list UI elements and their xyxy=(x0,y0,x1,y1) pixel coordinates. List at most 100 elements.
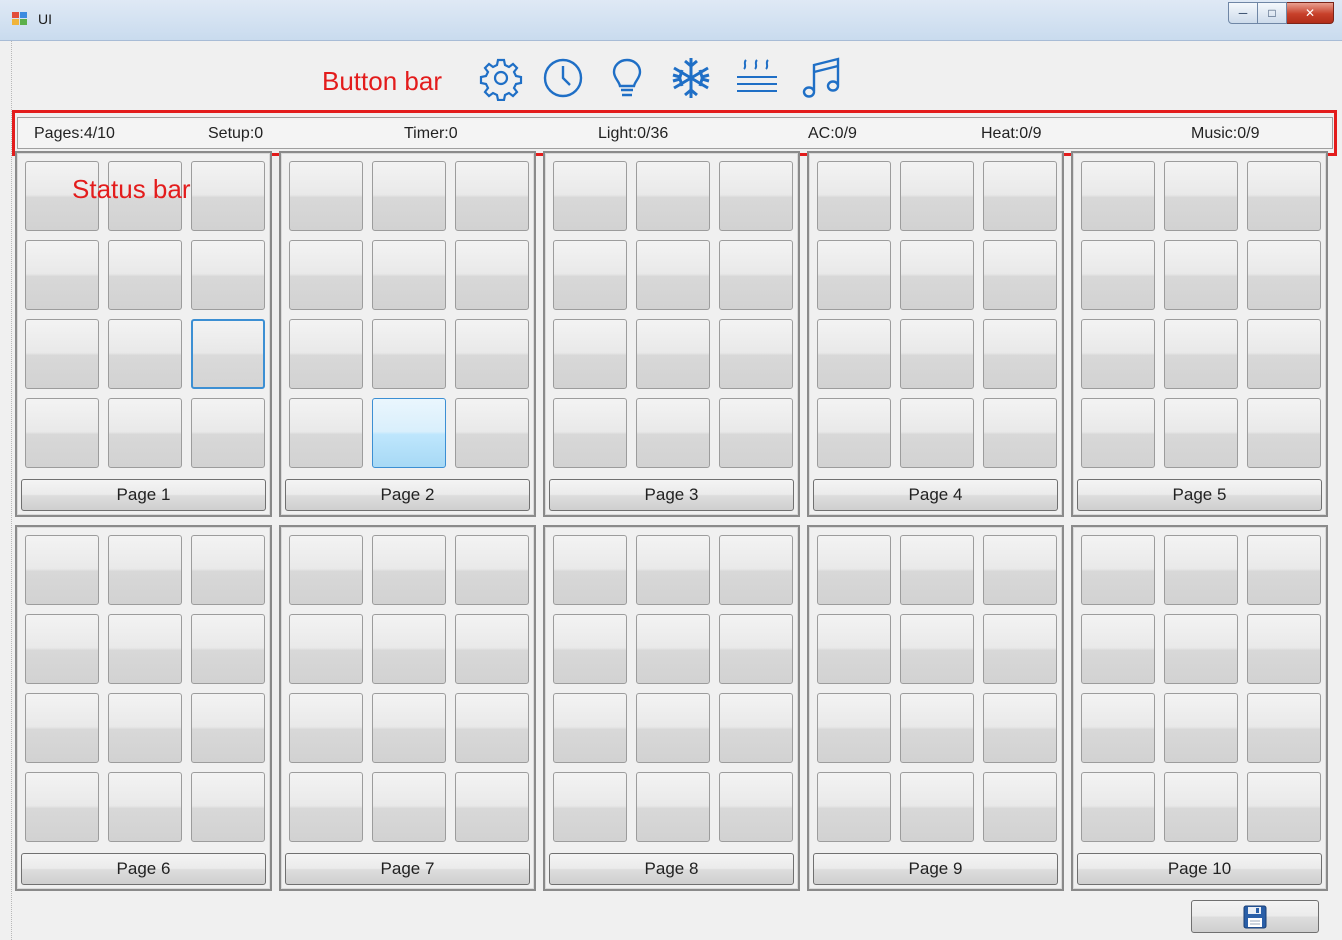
page-button-2[interactable]: Page 2 xyxy=(285,479,530,511)
device-slot-button[interactable] xyxy=(817,614,891,684)
device-slot-button[interactable] xyxy=(108,772,182,842)
device-slot-button[interactable] xyxy=(1081,614,1155,684)
device-slot-button[interactable] xyxy=(25,693,99,763)
device-slot-button[interactable] xyxy=(1081,535,1155,605)
device-slot-button[interactable] xyxy=(1081,693,1155,763)
device-slot-button[interactable] xyxy=(817,319,891,389)
device-slot-button[interactable] xyxy=(1164,614,1238,684)
device-slot-button[interactable] xyxy=(108,240,182,310)
device-slot-button[interactable] xyxy=(1164,535,1238,605)
device-slot-button[interactable] xyxy=(983,614,1057,684)
device-slot-button[interactable] xyxy=(372,161,446,231)
device-slot-button[interactable] xyxy=(817,398,891,468)
device-slot-button[interactable] xyxy=(191,161,265,231)
page-button-4[interactable]: Page 4 xyxy=(813,479,1058,511)
device-slot-button[interactable] xyxy=(455,398,529,468)
device-slot-button[interactable] xyxy=(108,693,182,763)
device-slot-button[interactable] xyxy=(191,772,265,842)
device-slot-button[interactable] xyxy=(817,161,891,231)
device-slot-button[interactable] xyxy=(900,319,974,389)
device-slot-button[interactable] xyxy=(553,772,627,842)
device-slot-button[interactable] xyxy=(719,398,793,468)
device-slot-button[interactable] xyxy=(289,240,363,310)
device-slot-button[interactable] xyxy=(289,614,363,684)
lightbulb-icon[interactable] xyxy=(604,55,650,101)
device-slot-button[interactable] xyxy=(25,772,99,842)
page-button-8[interactable]: Page 8 xyxy=(549,853,794,885)
device-slot-button[interactable] xyxy=(817,535,891,605)
page-button-7[interactable]: Page 7 xyxy=(285,853,530,885)
minimize-button[interactable]: ─ xyxy=(1228,2,1258,24)
device-slot-button[interactable] xyxy=(719,772,793,842)
device-slot-button[interactable] xyxy=(983,319,1057,389)
device-slot-button[interactable] xyxy=(636,614,710,684)
save-button[interactable] xyxy=(1191,900,1319,933)
device-slot-button[interactable] xyxy=(108,319,182,389)
device-slot-button[interactable] xyxy=(983,161,1057,231)
device-slot-button[interactable] xyxy=(289,535,363,605)
device-slot-button[interactable] xyxy=(900,535,974,605)
device-slot-button[interactable] xyxy=(983,772,1057,842)
device-slot-button[interactable] xyxy=(25,240,99,310)
device-slot-button[interactable] xyxy=(1081,161,1155,231)
device-slot-button[interactable] xyxy=(1164,319,1238,389)
device-slot-button[interactable] xyxy=(455,319,529,389)
device-slot-button[interactable] xyxy=(553,161,627,231)
page-button-10[interactable]: Page 10 xyxy=(1077,853,1322,885)
device-slot-button[interactable] xyxy=(817,240,891,310)
device-slot-button[interactable] xyxy=(289,398,363,468)
device-slot-button[interactable] xyxy=(455,614,529,684)
gear-icon[interactable] xyxy=(478,55,524,101)
device-slot-button[interactable] xyxy=(455,161,529,231)
device-slot-button[interactable] xyxy=(636,240,710,310)
device-slot-button[interactable] xyxy=(25,614,99,684)
device-slot-button[interactable] xyxy=(900,693,974,763)
device-slot-button[interactable] xyxy=(372,772,446,842)
device-slot-button[interactable] xyxy=(719,614,793,684)
device-slot-button[interactable] xyxy=(817,772,891,842)
page-button-1[interactable]: Page 1 xyxy=(21,479,266,511)
device-slot-button[interactable] xyxy=(636,161,710,231)
device-slot-button[interactable] xyxy=(191,535,265,605)
device-slot-button[interactable] xyxy=(191,614,265,684)
device-slot-button[interactable] xyxy=(1247,319,1321,389)
device-slot-button[interactable] xyxy=(289,772,363,842)
device-slot-button[interactable] xyxy=(983,398,1057,468)
device-slot-button[interactable] xyxy=(455,693,529,763)
device-slot-button[interactable] xyxy=(1247,240,1321,310)
device-slot-button[interactable] xyxy=(289,693,363,763)
device-slot-button[interactable] xyxy=(900,398,974,468)
device-slot-button[interactable] xyxy=(1164,772,1238,842)
device-slot-button[interactable] xyxy=(983,240,1057,310)
device-slot-button[interactable] xyxy=(372,398,446,468)
device-slot-button[interactable] xyxy=(1247,772,1321,842)
device-slot-button[interactable] xyxy=(719,161,793,231)
device-slot-button[interactable] xyxy=(108,398,182,468)
device-slot-button[interactable] xyxy=(289,161,363,231)
maximize-button[interactable]: □ xyxy=(1258,2,1287,24)
device-slot-button[interactable] xyxy=(1164,693,1238,763)
device-slot-button[interactable] xyxy=(372,693,446,763)
device-slot-button[interactable] xyxy=(719,693,793,763)
device-slot-button[interactable] xyxy=(1081,240,1155,310)
clock-icon[interactable] xyxy=(540,55,586,101)
device-slot-button[interactable] xyxy=(1081,319,1155,389)
device-slot-button[interactable] xyxy=(1081,772,1155,842)
device-slot-button[interactable] xyxy=(1164,161,1238,231)
heat-icon[interactable] xyxy=(734,55,780,101)
page-button-5[interactable]: Page 5 xyxy=(1077,479,1322,511)
device-slot-button[interactable] xyxy=(455,772,529,842)
device-slot-button[interactable] xyxy=(817,693,891,763)
page-button-3[interactable]: Page 3 xyxy=(549,479,794,511)
device-slot-button[interactable] xyxy=(1247,398,1321,468)
device-slot-button[interactable] xyxy=(455,240,529,310)
device-slot-button[interactable] xyxy=(553,319,627,389)
device-slot-button[interactable] xyxy=(900,240,974,310)
device-slot-button[interactable] xyxy=(372,614,446,684)
device-slot-button[interactable] xyxy=(636,535,710,605)
device-slot-button[interactable] xyxy=(553,398,627,468)
device-slot-button[interactable] xyxy=(553,693,627,763)
device-slot-button[interactable] xyxy=(983,535,1057,605)
device-slot-button[interactable] xyxy=(719,319,793,389)
device-slot-button[interactable] xyxy=(719,535,793,605)
